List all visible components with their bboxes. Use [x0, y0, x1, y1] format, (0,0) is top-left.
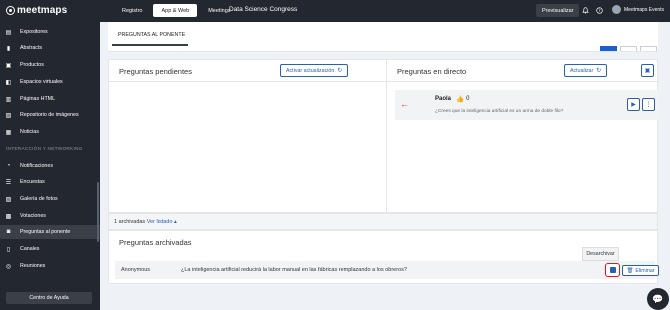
question-text: ¿Crees que la inteligencia artificial es… — [435, 109, 564, 114]
sidebar-scrollbar[interactable] — [97, 182, 99, 242]
sidebar-item-abstracts[interactable]: ▮ Abstracts — [0, 41, 100, 55]
live-question-card: ← Paola 👍 0 ¿Crees que la inteligencia a… — [395, 90, 658, 120]
box-icon: ▣ — [5, 62, 12, 69]
tab-app-web[interactable]: App & Web — [153, 4, 198, 17]
preview-button[interactable]: Previsualizar — [536, 4, 580, 17]
chat-bubble-icon: 💬 — [652, 293, 664, 304]
bell-icon[interactable] — [582, 7, 589, 14]
refresh-button[interactable]: Actualizar ↻ — [564, 64, 608, 77]
sidebar-section-label: INTERACCIÓN Y NETWORKING — [6, 147, 83, 152]
partial-action-button[interactable] — [640, 46, 657, 51]
tab-header: PREGUNTAS AL PONENTE — [108, 22, 658, 52]
sidebar-item-encuestas[interactable]: ☰ Encuestas — [0, 175, 100, 189]
sidebar-item-paginas-html[interactable]: ▥ Páginas HTML — [0, 92, 100, 106]
archive-box-button[interactable]: ▣ — [641, 64, 654, 77]
sidebar-item-repositorio-imagenes[interactable]: ▨ Repositorio de imágenes — [0, 108, 100, 122]
chat-icon: ◙ — [6, 229, 11, 235]
live-panel-header: Preguntas en directo Actualizar ↻ ▣ — [387, 60, 659, 82]
archived-question-row: Anonymous ¿La inteligencia artificial re… — [115, 261, 659, 279]
tab-underline — [112, 44, 188, 46]
news-icon: ▦ — [5, 129, 12, 136]
live-panel: Preguntas en directo Actualizar ↻ ▣ ← Pa… — [387, 60, 659, 214]
play-button[interactable]: ▶ — [627, 98, 640, 111]
thumbs-up-icon: 👍 — [456, 96, 465, 103]
question-author: Paola — [435, 96, 452, 102]
top-nav: Registro App & Web Meetings — [114, 4, 239, 17]
arrow-left-icon[interactable]: ← — [400, 99, 409, 109]
chevron-up-icon[interactable]: ▴ — [174, 219, 177, 225]
help-center-button[interactable]: Centro de Ayuda — [6, 292, 92, 304]
tab-preguntas-ponente[interactable]: PREGUNTAS AL PONENTE — [118, 32, 185, 38]
tab-registro[interactable]: Registro — [114, 4, 150, 17]
sidebar-item-expositores[interactable]: ▤ Expositores — [0, 25, 100, 39]
top-bar: meetmaps Registro App & Web Meetings Dat… — [0, 0, 670, 22]
event-title: Data Science Congress — [229, 6, 298, 13]
brand-name: meetmaps — [17, 5, 68, 16]
activate-update-button[interactable]: Activar actualización ↻ — [280, 64, 349, 77]
archived-question-text: ¿La inteligencia artificial reducirá la … — [181, 267, 407, 273]
image-icon: ▨ — [5, 112, 12, 119]
sidebar-item-canales[interactable]: ▯ Canales — [0, 242, 100, 256]
unarchive-tooltip: Desarchivar — [582, 247, 619, 261]
view-list-link[interactable]: Ver listado — [147, 219, 173, 225]
page-icon: ▥ — [5, 96, 12, 103]
likes-count: 0 — [466, 96, 470, 102]
store-icon: ▤ — [5, 29, 12, 36]
trash-icon: 🗑 — [626, 267, 634, 274]
brand-logo[interactable]: meetmaps — [6, 5, 67, 16]
user-menu[interactable]: Meetmaps Events — [612, 5, 664, 14]
play-icon: ▶ — [631, 102, 636, 108]
refresh-icon: ↻ — [337, 68, 343, 74]
more-options-button[interactable]: ⋮ — [642, 98, 655, 111]
delete-button[interactable]: 🗑 Eliminar — [622, 265, 659, 276]
unarchive-icon — [609, 267, 616, 273]
sidebar-item-votaciones[interactable]: ▩ Votaciones — [0, 209, 100, 223]
list-icon: ☰ — [5, 179, 12, 186]
help-icon[interactable]: ? — [596, 7, 603, 14]
sidebar-item-noticias[interactable]: ▦ Noticias — [0, 125, 100, 139]
gallery-icon: ▧ — [5, 196, 12, 203]
partial-action-button[interactable] — [600, 46, 617, 51]
archive-count: 1 archivadas — [114, 219, 146, 225]
meeting-icon: ◎ — [5, 263, 12, 270]
questions-panels: Preguntas pendientes Activar actualizaci… — [108, 59, 659, 214]
sidebar-item-preguntas-ponente[interactable]: ◙ Preguntas al ponente — [0, 225, 100, 239]
bell-icon: ◔ — [6, 163, 11, 169]
archived-title: Preguntas archivadas — [119, 238, 192, 247]
archive-count-line: 1 archivadas Ver listado ▴ — [114, 219, 177, 225]
pending-panel: Preguntas pendientes Activar actualizaci… — [109, 60, 387, 214]
archive-icon: ▣ — [644, 68, 651, 74]
unarchive-button[interactable] — [605, 263, 620, 277]
sidebar-item-productos[interactable]: ▣ Productos — [0, 58, 100, 72]
sidebar-item-galeria-fotos[interactable]: ▧ Galería de fotos — [0, 192, 100, 206]
more-vertical-icon: ⋮ — [645, 102, 652, 108]
sidebar-item-notificaciones[interactable]: ◔ Notificaciones — [0, 159, 100, 173]
book-icon: ◧ — [5, 79, 12, 86]
refresh-icon: ↻ — [596, 68, 602, 74]
question-likes: 👍 0 — [456, 95, 469, 103]
live-title: Preguntas en directo — [397, 67, 467, 76]
pending-title: Preguntas pendientes — [119, 67, 192, 76]
svg-text:?: ? — [598, 8, 600, 13]
avatar — [612, 5, 621, 14]
partial-action-button[interactable] — [620, 46, 637, 51]
archived-author: Anonymous — [121, 267, 151, 273]
archived-questions-card: Preguntas archivadas Anonymous ¿La intel… — [108, 230, 659, 284]
channel-icon: ▯ — [6, 246, 11, 253]
sidebar-item-espacios-virtuales[interactable]: ◧ Espacios virtuales — [0, 75, 100, 89]
chat-support-button[interactable]: 💬 — [647, 288, 669, 310]
pending-panel-header: Preguntas pendientes Activar actualizaci… — [109, 60, 386, 82]
sidebar-item-reuniones[interactable]: ◎ Reuniones — [0, 259, 100, 273]
sidebar: ▤ Expositores ▮ Abstracts ▣ Productos ◧ Espa… — [0, 22, 100, 310]
logo-icon — [6, 6, 15, 15]
vote-icon: ▩ — [5, 213, 12, 220]
bookmark-icon: ▮ — [6, 45, 11, 52]
archive-summary-bar: 1 archivadas Ver listado ▴ — [108, 213, 658, 230]
user-name: Meetmaps Events — [624, 6, 665, 13]
